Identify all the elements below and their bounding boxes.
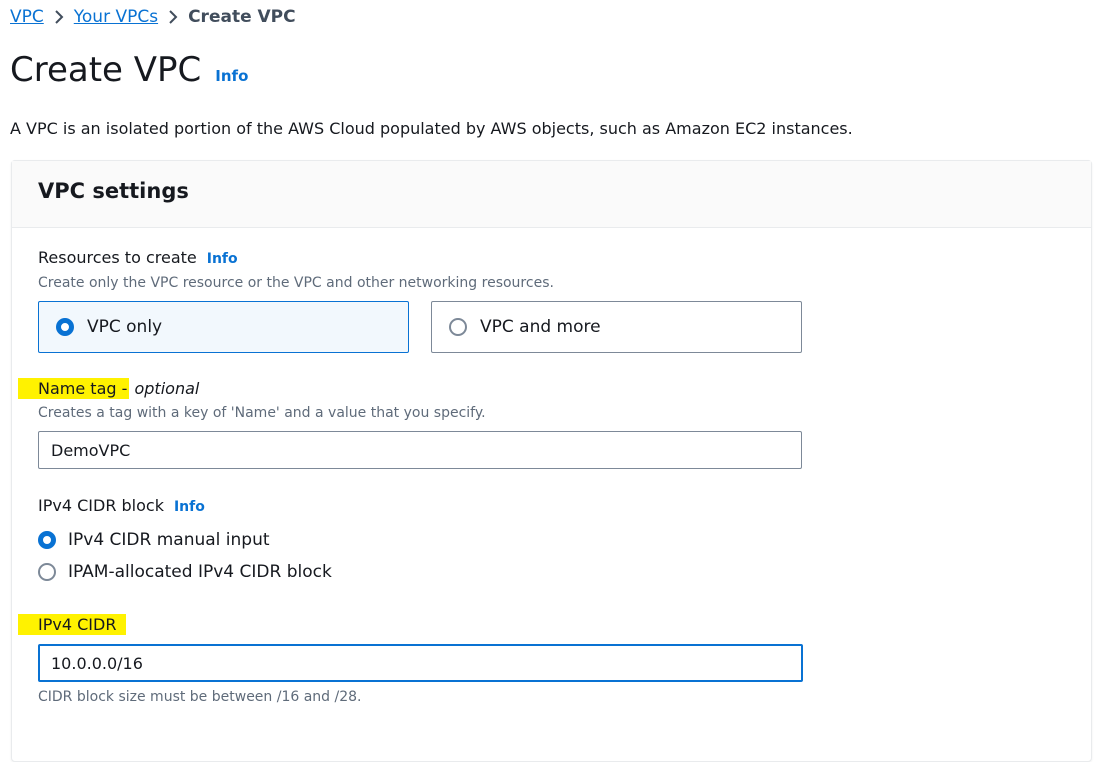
name-tag-label-row: Name tag - optional bbox=[18, 378, 200, 399]
name-tag-optional: optional bbox=[134, 379, 200, 398]
page-description: A VPC is an isolated portion of the AWS … bbox=[10, 119, 853, 138]
name-tag-input[interactable] bbox=[38, 431, 802, 469]
resource-option-vpc-and-more[interactable]: VPC and more bbox=[431, 301, 802, 353]
breadcrumb-current: Create VPC bbox=[188, 7, 296, 27]
resource-option-label: VPC only bbox=[87, 317, 163, 337]
ipv4-block-label-row: IPv4 CIDR block Info bbox=[38, 496, 205, 515]
ipv4-cidr-hint: CIDR block size must be between /16 and … bbox=[38, 689, 362, 705]
panel-title: VPC settings bbox=[38, 179, 189, 203]
radio-unchecked-icon bbox=[38, 563, 56, 581]
resources-label-row: Resources to create Info bbox=[38, 248, 238, 267]
radio-checked-icon bbox=[56, 318, 74, 336]
panel-header: VPC settings bbox=[12, 161, 1091, 228]
ipv4-block-info-link[interactable]: Info bbox=[174, 499, 205, 515]
name-tag-label: Name tag - bbox=[18, 378, 130, 399]
ipv4-option-label: IPv4 CIDR manual input bbox=[68, 530, 270, 550]
breadcrumb-link-your-vpcs[interactable]: Your VPCs bbox=[74, 7, 158, 27]
page-title-row: Create VPC Info bbox=[10, 50, 248, 90]
resource-option-vpc-only[interactable]: VPC only bbox=[38, 301, 409, 353]
resources-hint: Create only the VPC resource or the VPC … bbox=[38, 275, 554, 291]
ipv4-cidr-label-row: IPv4 CIDR bbox=[18, 614, 127, 635]
resources-label: Resources to create bbox=[38, 248, 197, 267]
chevron-right-icon bbox=[158, 7, 188, 27]
ipv4-option-manual[interactable]: IPv4 CIDR manual input bbox=[38, 530, 270, 550]
page-title: Create VPC bbox=[10, 50, 202, 90]
resource-option-label: VPC and more bbox=[480, 317, 601, 337]
name-tag-hint: Creates a tag with a key of 'Name' and a… bbox=[38, 405, 486, 421]
resources-info-link[interactable]: Info bbox=[207, 251, 238, 267]
vpc-settings-panel: VPC settings Resources to create Info Cre… bbox=[11, 160, 1092, 762]
ipv4-option-label: IPAM-allocated IPv4 CIDR block bbox=[68, 562, 332, 582]
ipv4-cidr-label: IPv4 CIDR bbox=[18, 614, 127, 635]
radio-unchecked-icon bbox=[449, 318, 467, 336]
ipv4-cidr-input[interactable] bbox=[38, 644, 803, 682]
breadcrumb: VPC Your VPCs Create VPC bbox=[10, 6, 296, 28]
radio-checked-icon bbox=[38, 531, 56, 549]
breadcrumb-link-vpc[interactable]: VPC bbox=[10, 7, 44, 27]
chevron-right-icon bbox=[44, 7, 74, 27]
ipv4-option-ipam[interactable]: IPAM-allocated IPv4 CIDR block bbox=[38, 562, 332, 582]
page-info-link[interactable]: Info bbox=[215, 67, 248, 85]
ipv4-block-label: IPv4 CIDR block bbox=[38, 496, 164, 515]
